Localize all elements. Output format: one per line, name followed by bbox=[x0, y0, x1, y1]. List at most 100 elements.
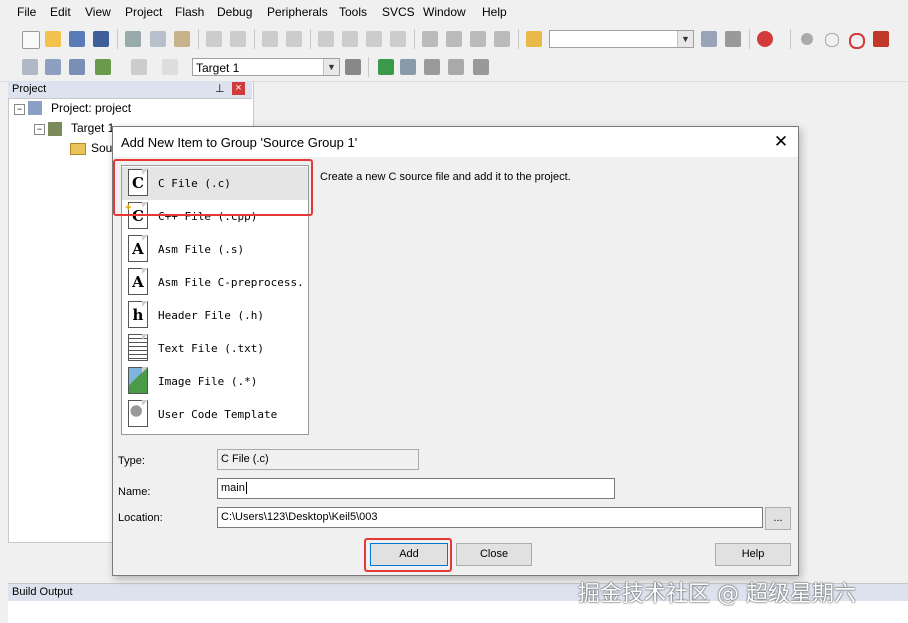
select-packs-icon[interactable] bbox=[400, 59, 416, 75]
item-description: Create a new C source file and add it to… bbox=[320, 171, 571, 183]
copy-icon[interactable] bbox=[150, 31, 166, 47]
location-field[interactable]: C:\Users\123\Desktop\Keil5\003 bbox=[217, 507, 763, 528]
options-for-target-icon[interactable] bbox=[345, 59, 361, 75]
bookmark-clear-icon[interactable] bbox=[390, 31, 406, 47]
open-folder-icon[interactable] bbox=[45, 31, 61, 47]
bookmark-next-icon[interactable] bbox=[366, 31, 382, 47]
tree-project-root[interactable]: Project: project bbox=[51, 101, 131, 115]
nav-forward-icon[interactable] bbox=[286, 31, 302, 47]
toolbar-separator bbox=[518, 29, 519, 49]
menu-help[interactable]: Help bbox=[482, 5, 507, 19]
cut-icon[interactable] bbox=[125, 31, 141, 47]
location-label: Location: bbox=[118, 512, 163, 524]
standard-toolbar: ▼ bbox=[0, 24, 908, 54]
build-icon[interactable] bbox=[45, 59, 61, 75]
list-item-label: Text File (.txt) bbox=[158, 342, 264, 355]
name-label: Name: bbox=[118, 486, 151, 498]
list-item-text-file[interactable]: Text File (.txt) bbox=[122, 332, 308, 365]
list-item-image-file[interactable]: Image File (.*) bbox=[122, 365, 308, 398]
tree-collapse-icon[interactable]: − bbox=[34, 124, 45, 135]
download-icon[interactable] bbox=[162, 59, 178, 75]
stop-build-icon[interactable] bbox=[131, 59, 147, 75]
translate-icon[interactable] bbox=[22, 59, 38, 75]
manage-rte-icon[interactable] bbox=[424, 59, 440, 75]
redo-icon[interactable] bbox=[230, 31, 246, 47]
list-item-asm-preprocess-file[interactable]: A Asm File C-preprocess... bbox=[122, 266, 308, 299]
comment-icon[interactable] bbox=[470, 31, 486, 47]
project-panel-title: Project bbox=[12, 83, 47, 95]
header-file-icon: h bbox=[128, 301, 148, 328]
project-panel-header: Project ⊥ × bbox=[8, 81, 252, 99]
dialog-titlebar: Add New Item to Group 'Source Group 1' ✕ bbox=[113, 127, 798, 157]
bookmark-prev-icon[interactable] bbox=[342, 31, 358, 47]
list-item-user-code-template[interactable]: User Code Template bbox=[122, 398, 308, 431]
dialog-title: Add New Item to Group 'Source Group 1' bbox=[121, 135, 358, 150]
build-output-title: Build Output bbox=[12, 586, 73, 598]
manage-components-icon[interactable] bbox=[378, 59, 394, 75]
close-panel-icon[interactable]: × bbox=[232, 82, 245, 95]
save-icon[interactable] bbox=[69, 31, 85, 47]
toolbar-separator bbox=[368, 57, 369, 77]
user-code-template-icon bbox=[128, 400, 148, 427]
target-icon bbox=[48, 122, 62, 136]
rebuild-icon[interactable] bbox=[69, 59, 85, 75]
menu-view[interactable]: View bbox=[85, 5, 111, 19]
list-item-label: Header File (.h) bbox=[158, 309, 264, 322]
chevron-down-icon[interactable]: ▼ bbox=[677, 31, 693, 47]
search-combo[interactable]: ▼ bbox=[549, 30, 694, 48]
list-item-asm-file[interactable]: A Asm File (.s) bbox=[122, 233, 308, 266]
tree-source-group[interactable]: Sou bbox=[91, 141, 112, 155]
menu-debug[interactable]: Debug bbox=[217, 5, 252, 19]
chevron-down-icon[interactable]: ▼ bbox=[323, 59, 339, 75]
bookmark-icon[interactable] bbox=[318, 31, 334, 47]
menu-svcs[interactable]: SVCS bbox=[382, 5, 415, 19]
type-label: Type: bbox=[118, 455, 145, 467]
browse-button[interactable]: ... bbox=[765, 507, 791, 530]
menu-tools[interactable]: Tools bbox=[339, 5, 367, 19]
toolbar-separator bbox=[790, 29, 791, 49]
menu-project[interactable]: Project bbox=[125, 5, 162, 19]
pin-icon[interactable]: ⊥ bbox=[215, 82, 225, 95]
toolbar-separator bbox=[117, 29, 118, 49]
help-button[interactable]: Help bbox=[715, 543, 791, 566]
find-icon[interactable] bbox=[701, 31, 717, 47]
close-button[interactable]: Close bbox=[456, 543, 532, 566]
menu-flash[interactable]: Flash bbox=[175, 5, 204, 19]
find-in-files-icon[interactable] bbox=[526, 31, 542, 47]
menu-window[interactable]: Window bbox=[423, 5, 466, 19]
menu-peripherals[interactable]: Peripherals bbox=[267, 5, 328, 19]
text-file-icon bbox=[128, 334, 148, 361]
toolbar-separator bbox=[310, 29, 311, 49]
highlight-box-add bbox=[364, 538, 452, 572]
debug-session-icon[interactable] bbox=[757, 31, 773, 47]
undo-icon[interactable] bbox=[206, 31, 222, 47]
kill-breakpoints-icon[interactable] bbox=[849, 33, 865, 49]
configure-icon[interactable] bbox=[873, 31, 889, 47]
menu-file[interactable]: File bbox=[17, 5, 36, 19]
uncomment-icon[interactable] bbox=[494, 31, 510, 47]
new-file-icon[interactable] bbox=[22, 31, 40, 49]
paste-icon[interactable] bbox=[174, 31, 190, 47]
breakpoint-icon[interactable] bbox=[801, 33, 813, 45]
project-icon bbox=[28, 101, 42, 115]
dialog-close-icon[interactable]: ✕ bbox=[768, 131, 794, 153]
build-toolbar: Target 1 ▼ bbox=[0, 53, 908, 82]
tree-collapse-icon[interactable]: − bbox=[14, 104, 25, 115]
list-item-header-file[interactable]: h Header File (.h) bbox=[122, 299, 308, 332]
text-caret bbox=[245, 482, 247, 494]
pack-installer-icon[interactable] bbox=[448, 59, 464, 75]
incremental-find-icon[interactable] bbox=[725, 31, 741, 47]
batch-build-icon[interactable] bbox=[95, 59, 111, 75]
save-all-icon[interactable] bbox=[93, 31, 109, 47]
name-field[interactable]: main bbox=[217, 478, 615, 499]
unindent-icon[interactable] bbox=[446, 31, 462, 47]
project-items-icon[interactable] bbox=[473, 59, 489, 75]
tree-target[interactable]: Target 1 bbox=[71, 121, 114, 135]
toolbar-separator bbox=[414, 29, 415, 49]
watermark: 掘金技术社区 @ 超级星期六 bbox=[578, 582, 856, 607]
target-select[interactable]: Target 1 ▼ bbox=[192, 58, 340, 76]
indent-icon[interactable] bbox=[422, 31, 438, 47]
disable-breakpoint-icon[interactable] bbox=[825, 33, 839, 47]
menu-edit[interactable]: Edit bbox=[50, 5, 71, 19]
nav-back-icon[interactable] bbox=[262, 31, 278, 47]
